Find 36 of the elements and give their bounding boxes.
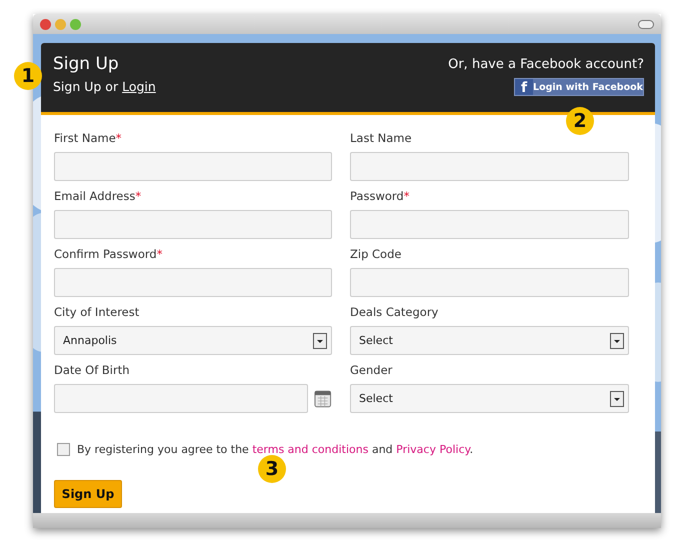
facebook-login-button[interactable]: f Login with Facebook: [514, 78, 644, 96]
dropdown-field[interactable]: Select: [350, 326, 629, 355]
field-label: Password*: [350, 189, 410, 205]
minimize-button[interactable]: [55, 18, 66, 30]
privacy-policy-link[interactable]: Privacy Policy: [396, 443, 470, 456]
dropdown-field[interactable]: Annapolis: [54, 326, 332, 355]
field-label: First Name*: [54, 131, 123, 147]
toolbar-toggle-button[interactable]: [638, 20, 654, 28]
calendar-icon[interactable]: [314, 390, 332, 408]
field-label: Zip Code: [350, 247, 402, 263]
input-field[interactable]: [54, 210, 332, 239]
field-label: Deals Category: [350, 305, 440, 321]
agreement-checkbox[interactable]: [57, 443, 70, 456]
input-field[interactable]: [54, 152, 332, 181]
field-label: City of Interest: [54, 305, 140, 321]
callout-badge: 1: [14, 62, 42, 90]
field-label: Confirm Password*: [54, 247, 164, 263]
input-field[interactable]: [350, 152, 629, 181]
sign-up-button[interactable]: Sign Up: [54, 480, 122, 508]
input-field[interactable]: [54, 268, 332, 297]
subtitle-text: Sign Up or: [53, 79, 118, 94]
close-button[interactable]: [40, 18, 51, 30]
field-label: Email Address*: [54, 189, 142, 205]
date-field[interactable]: [54, 384, 308, 413]
input-field[interactable]: [350, 268, 629, 297]
field-label: Last Name: [350, 131, 413, 147]
input-field[interactable]: [350, 210, 629, 239]
page-title: Sign Up: [53, 54, 120, 74]
login-link[interactable]: Login: [122, 79, 156, 94]
terms-link[interactable]: terms and conditions: [252, 443, 368, 456]
zoom-button[interactable]: [70, 18, 81, 30]
dropdown-field[interactable]: Select: [350, 384, 629, 413]
facebook-prompt: Or, have a Facebook account?: [448, 57, 644, 72]
field-label: Gender: [350, 363, 394, 379]
agreement-text: By registering you agree to the terms and conditions and Privacy Policy.: [77, 443, 474, 456]
field-label: Date Of Birth: [54, 363, 131, 379]
